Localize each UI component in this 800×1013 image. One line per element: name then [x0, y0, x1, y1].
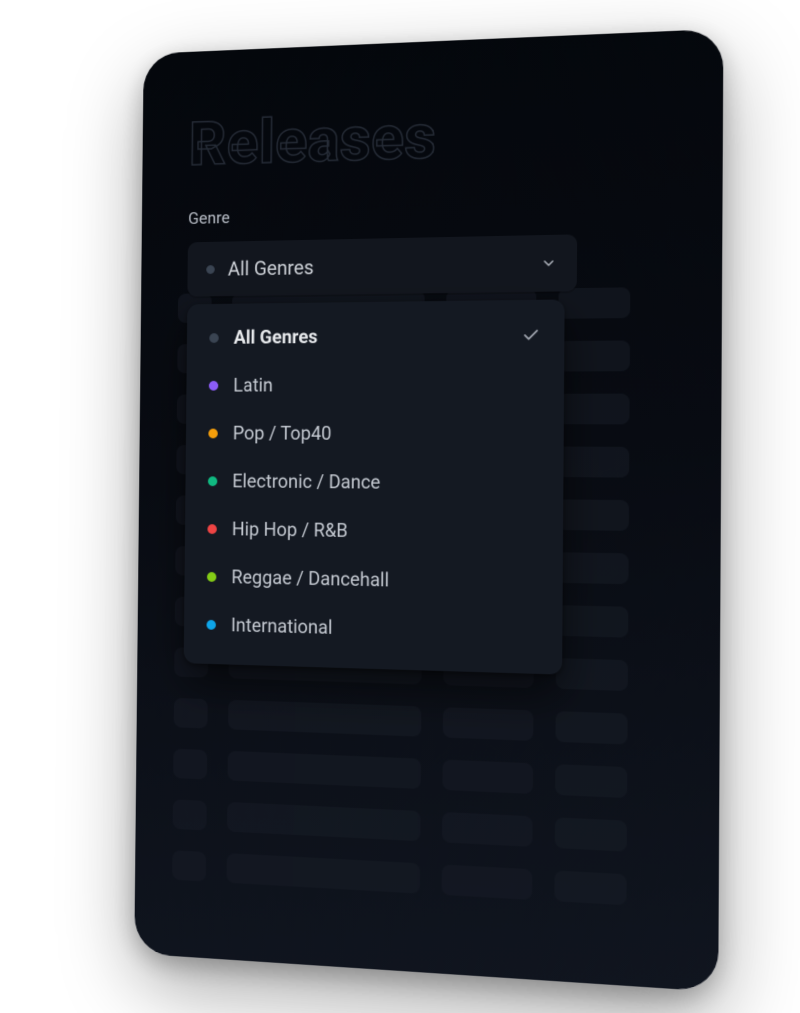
genre-option[interactable]: Hip Hop / R&B — [185, 504, 563, 558]
genre-filter-label: Genre — [188, 198, 670, 229]
genre-color-dot-icon — [207, 524, 216, 534]
genre-dropdown-menu[interactable]: All Genres Latin Pop / Top40 Electronic / D… — [184, 299, 565, 674]
page-title: Releases — [189, 92, 671, 180]
genre-option-label: Pop / Top40 — [233, 422, 332, 445]
genre-option[interactable]: International — [184, 600, 563, 659]
genre-option-label: All Genres — [234, 325, 318, 348]
genre-color-dot-icon — [206, 619, 215, 629]
genre-color-dot-icon — [209, 333, 218, 343]
genre-option-label: Reggae / Dancehall — [231, 566, 389, 592]
genre-select-dot-icon — [206, 265, 215, 274]
genre-option[interactable]: Electronic / Dance — [185, 457, 563, 509]
genre-option[interactable]: Latin — [186, 359, 564, 409]
genre-color-dot-icon — [207, 571, 216, 581]
genre-option-label: International — [231, 614, 333, 639]
genre-select[interactable]: All Genres — [187, 234, 577, 296]
chevron-down-icon — [540, 255, 556, 271]
genre-select-value: All Genres — [228, 255, 314, 280]
genre-option-label: Latin — [233, 374, 273, 397]
genre-option-label: Hip Hop / R&B — [232, 518, 348, 542]
genre-option[interactable]: Reggae / Dancehall — [184, 552, 563, 608]
genre-option-label: Electronic / Dance — [232, 470, 380, 494]
check-icon — [522, 326, 540, 344]
genre-color-dot-icon — [209, 380, 218, 390]
genre-option[interactable]: All Genres — [187, 310, 565, 362]
genre-color-dot-icon — [208, 476, 217, 486]
releases-panel: Releases Genre All Genres All Genres Lati… — [134, 29, 723, 992]
genre-color-dot-icon — [208, 428, 217, 438]
genre-option[interactable]: Pop / Top40 — [186, 409, 564, 459]
